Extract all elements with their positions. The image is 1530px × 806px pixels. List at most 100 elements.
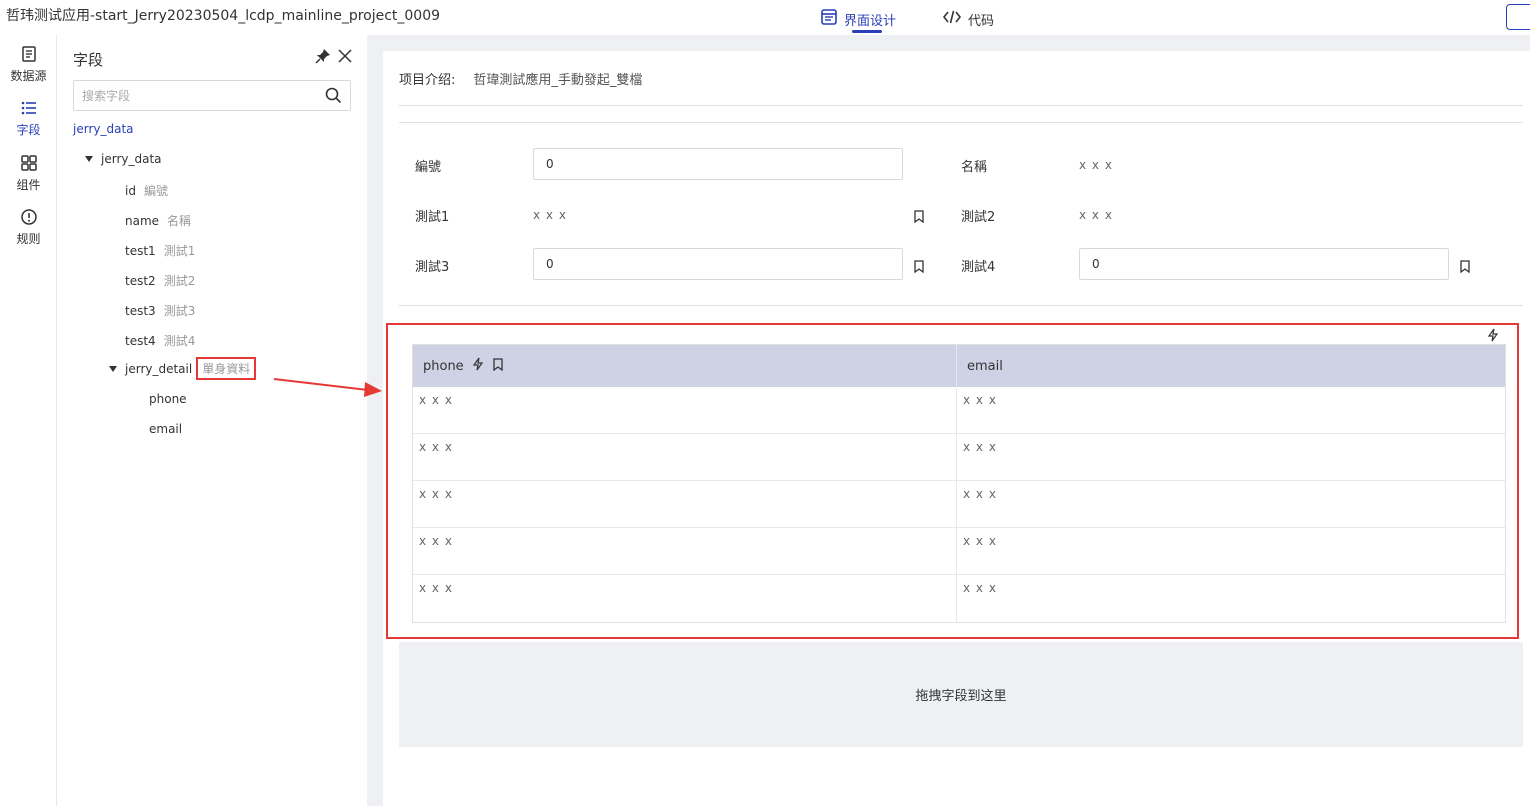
table-cell: x x x (413, 528, 957, 574)
code-icon (942, 9, 962, 29)
field-input-test4[interactable]: 0 (1079, 248, 1449, 280)
detail-table: phone email x x x x x x x x x x x x x x … (412, 344, 1506, 623)
tree-item-label: 名稱 (167, 214, 192, 228)
field-input-id[interactable]: 0 (533, 148, 903, 180)
tree-item-label: 編號 (143, 184, 168, 198)
tab-code[interactable]: 代码 (942, 4, 994, 34)
left-nav-rail: 数据源 字段 组件 规则 (0, 35, 57, 806)
tab-code-label: 代码 (968, 13, 995, 29)
bookmark-icon[interactable] (913, 208, 925, 227)
tree-item-key: phone (149, 392, 187, 406)
table-cell: x x x (963, 534, 997, 548)
column-header-email[interactable]: email (957, 345, 1505, 387)
divider (399, 305, 1523, 306)
field-value-test2: x x x (1079, 208, 1113, 222)
caret-down-icon[interactable] (109, 365, 117, 372)
field-search-input[interactable] (74, 81, 314, 110)
table-cell: x x x (963, 393, 997, 407)
annotation-arrow (273, 378, 382, 397)
pin-icon[interactable] (315, 48, 331, 68)
rail-item-datasource[interactable]: 数据源 (0, 45, 57, 84)
tree-item-label: 測試2 (163, 274, 196, 288)
field-label-id: 編號 (415, 160, 442, 175)
alert-circle-icon (20, 208, 38, 229)
tree-item-test4[interactable]: test4 測試4 (125, 332, 195, 349)
top-bar: 哲玮测试应用-start_Jerry20230504_lcdp_mainline… (0, 0, 1530, 35)
active-tab-indicator (852, 30, 882, 33)
intro-value: 哲瑋測試應用_手動發起_雙檔 (473, 73, 643, 88)
project-intro: 项目介绍: 哲瑋測試應用_手動發起_雙檔 (399, 69, 642, 88)
rail-label-datasource: 数据源 (10, 69, 47, 83)
tree-item-key: test3 (125, 303, 156, 318)
tree-item-key: test1 (125, 243, 156, 258)
fields-panel: 字段 jerry_data jerry_data id 編號 name 名稱 t… (57, 35, 367, 806)
bookmark-icon[interactable] (1459, 258, 1471, 277)
datasource-icon (20, 45, 38, 66)
rail-item-components[interactable]: 组件 (0, 154, 57, 193)
tree-item-key: test4 (125, 333, 156, 348)
field-dropzone[interactable]: 拖拽字段到这里 (399, 642, 1523, 747)
column-header-phone[interactable]: phone (413, 345, 957, 387)
tree-item-name[interactable]: name 名稱 (125, 212, 191, 229)
table-cell: x x x (413, 575, 957, 622)
field-label-test4: 測試4 (961, 260, 996, 275)
tree-item-test1[interactable]: test1 測試1 (125, 242, 195, 259)
tree-group-label: jerry_detail (125, 361, 193, 376)
tree-item-test3[interactable]: test3 測試3 (125, 302, 195, 319)
search-icon[interactable] (325, 87, 342, 108)
tree-item-id[interactable]: id 編號 (125, 182, 168, 199)
dropzone-text: 拖拽字段到这里 (915, 689, 1007, 704)
field-search (73, 80, 351, 111)
table-cell: x x x (963, 487, 997, 501)
panel-actions (315, 48, 353, 68)
top-right-button[interactable] (1506, 4, 1530, 30)
design-canvas: 项目介绍: 哲瑋測試應用_手動發起_雙檔 編號 0 名稱 x x x 測試1 x… (383, 51, 1524, 806)
tree-item-label: 測試4 (163, 334, 196, 348)
table-cell: x x x (413, 481, 957, 527)
datasource-root-link[interactable]: jerry_data (73, 122, 134, 136)
highlighted-detail-label: 單身資料 (196, 357, 257, 380)
tree-group-jerry-detail[interactable]: jerry_detail 單身資料 (109, 357, 257, 380)
table-row: x x x x x x (413, 575, 1505, 622)
list-icon (20, 99, 38, 120)
canvas-top-strip (383, 35, 1530, 51)
field-value-test1: x x x (533, 208, 567, 222)
close-icon[interactable] (337, 48, 353, 68)
tree-item-label: 測試1 (163, 244, 196, 258)
tree-item-key: email (149, 422, 183, 436)
tab-ui-design-label: 界面设计 (844, 13, 897, 29)
table-row: x x x x x x (413, 481, 1505, 528)
field-value-name: x x x (1079, 158, 1113, 172)
intro-label: 项目介绍: (399, 73, 456, 88)
table-cell: x x x (413, 434, 957, 480)
caret-down-icon[interactable] (85, 156, 93, 162)
tree-item-key: test2 (125, 273, 156, 288)
rail-item-rules[interactable]: 规则 (0, 208, 57, 247)
bookmark-icon[interactable] (913, 258, 925, 277)
rail-item-fields[interactable]: 字段 (0, 99, 57, 138)
tree-item-email[interactable]: email (149, 422, 182, 436)
bookmark-icon[interactable] (492, 357, 504, 375)
column-header-label: email (967, 358, 1003, 374)
tree-group-label: jerry_data (101, 152, 162, 166)
table-cell: x x x (413, 387, 957, 433)
tree-group-jerry-data[interactable]: jerry_data (85, 152, 162, 166)
lightning-icon[interactable] (472, 357, 484, 375)
tree-item-phone[interactable]: phone (149, 392, 187, 406)
table-row: x x x x x x (413, 434, 1505, 481)
tree-item-test2[interactable]: test2 測試2 (125, 272, 195, 289)
table-row: x x x x x x (413, 387, 1505, 434)
rail-label-components: 组件 (16, 178, 41, 192)
field-label-name: 名稱 (961, 160, 988, 175)
app-title: 哲玮测试应用-start_Jerry20230504_lcdp_mainline… (6, 8, 441, 24)
table-row: x x x x x x (413, 528, 1505, 575)
table-header: phone email (413, 345, 1505, 387)
tree-item-key: id (125, 183, 136, 198)
table-cell: x x x (963, 581, 997, 595)
divider (399, 122, 1523, 123)
field-label-test3: 測試3 (415, 260, 450, 275)
field-label-test2: 測試2 (961, 210, 996, 225)
field-input-test3[interactable]: 0 (533, 248, 903, 280)
panel-gutter (367, 35, 383, 806)
field-label-test1: 測試1 (415, 210, 450, 225)
